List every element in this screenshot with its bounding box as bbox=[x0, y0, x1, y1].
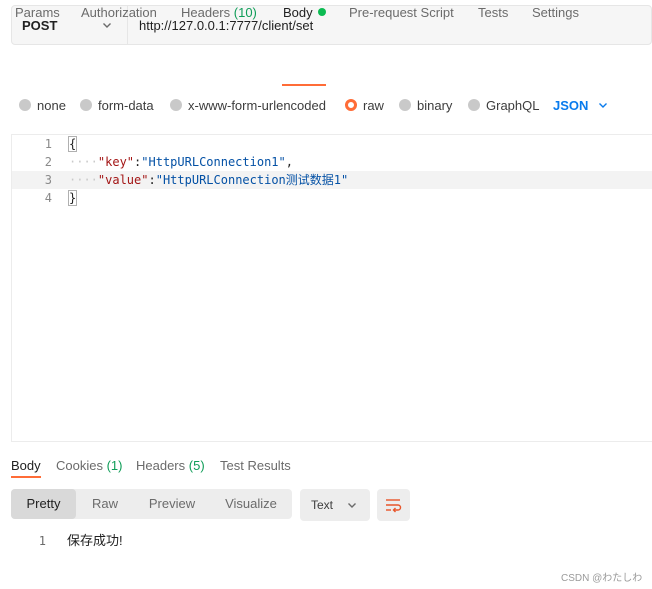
tab-label: Authorization bbox=[81, 5, 157, 20]
mode-raw[interactable]: raw bbox=[345, 94, 384, 116]
editor-line: 4 } bbox=[12, 189, 652, 207]
line-number: 4 bbox=[44, 191, 52, 205]
wrap-lines-button[interactable] bbox=[377, 489, 410, 521]
json-key: "key" bbox=[97, 155, 135, 169]
tab-label: Body bbox=[283, 5, 313, 20]
mode-binary[interactable]: binary bbox=[399, 94, 452, 116]
response-body-line: 1 保存成功! bbox=[0, 532, 652, 550]
active-response-tab-indicator bbox=[11, 476, 41, 478]
json-value: "HttpURLConnection1" bbox=[141, 155, 286, 169]
tab-count: (10) bbox=[233, 5, 257, 20]
response-tab-cookies[interactable]: Cookies (1) bbox=[56, 458, 122, 473]
body-format-select[interactable]: JSON bbox=[553, 94, 609, 116]
editor-line-current: 3 ····"value":"HttpURLConnection测试数据1" bbox=[12, 171, 652, 189]
radio-icon bbox=[399, 99, 411, 111]
response-format-label: Text bbox=[311, 498, 334, 512]
radio-icon bbox=[170, 99, 182, 111]
json-colon: : bbox=[148, 173, 156, 187]
tab-settings[interactable]: Settings bbox=[532, 0, 579, 26]
line-number: 1 bbox=[44, 137, 52, 151]
mode-form-data[interactable]: form-data bbox=[80, 94, 154, 116]
code-text: { bbox=[67, 135, 78, 153]
mode-label: none bbox=[37, 97, 66, 113]
tab-params[interactable]: Params bbox=[15, 0, 60, 26]
open-brace: { bbox=[67, 136, 78, 152]
editor-line: 2 ····"key":"HttpURLConnection1", bbox=[12, 153, 652, 171]
view-label: Preview bbox=[148, 496, 196, 511]
tab-label: Params bbox=[15, 5, 60, 20]
response-view-switcher: Pretty Raw Preview Visualize bbox=[11, 489, 292, 519]
code-text: ····"key":"HttpURLConnection1", bbox=[69, 153, 293, 171]
view-label: Raw bbox=[91, 496, 118, 511]
body-editor[interactable]: 1 { 2 ····"key":"HttpURLConnection1", 3 … bbox=[11, 134, 652, 442]
view-raw-button[interactable]: Raw bbox=[76, 489, 134, 519]
tab-headers[interactable]: Headers (10) bbox=[181, 0, 257, 26]
response-tab-headers[interactable]: Headers (5) bbox=[136, 458, 205, 473]
view-preview-button[interactable]: Preview bbox=[134, 489, 210, 519]
view-pretty-button[interactable]: Pretty bbox=[11, 489, 76, 519]
tab-label: Tests bbox=[478, 5, 509, 20]
indent-guide: ···· bbox=[69, 173, 98, 187]
mode-label: raw bbox=[363, 97, 384, 113]
tab-label: Body bbox=[11, 458, 41, 473]
editor-line: 1 { bbox=[12, 135, 652, 153]
response-text: 保存成功! bbox=[67, 533, 123, 548]
json-key: "value" bbox=[97, 173, 149, 187]
mode-label: x-www-form-urlencoded bbox=[188, 97, 326, 113]
tab-count: (1) bbox=[106, 458, 123, 473]
line-number: 3 bbox=[44, 173, 52, 187]
response-tab-body[interactable]: Body bbox=[11, 458, 41, 473]
tab-tests[interactable]: Tests bbox=[478, 0, 508, 26]
chevron-down-icon bbox=[599, 103, 608, 108]
response-tab-test-results[interactable]: Test Results bbox=[220, 458, 291, 473]
radio-icon bbox=[80, 99, 92, 111]
watermark: CSDN @わたしわ bbox=[561, 573, 643, 584]
view-label: Visualize bbox=[225, 496, 277, 511]
mode-label: binary bbox=[417, 97, 453, 113]
close-brace: } bbox=[67, 190, 78, 206]
mode-x-www-form-urlencoded[interactable]: x-www-form-urlencoded bbox=[170, 94, 326, 116]
body-format-label: JSON bbox=[553, 97, 589, 113]
tab-authorization[interactable]: Authorization bbox=[81, 0, 157, 26]
tab-label: Headers bbox=[181, 5, 231, 20]
mode-none[interactable]: none bbox=[19, 94, 66, 116]
active-tab-indicator bbox=[282, 84, 326, 86]
mode-label: GraphQL bbox=[486, 97, 540, 113]
tab-label: Pre-request Script bbox=[349, 5, 454, 20]
json-comma: , bbox=[285, 155, 293, 169]
code-text: ····"value":"HttpURLConnection测试数据1" bbox=[69, 171, 348, 189]
tab-label: Test Results bbox=[220, 458, 291, 473]
modified-dot-icon bbox=[317, 8, 326, 16]
wrap-lines-icon bbox=[386, 498, 402, 512]
radio-icon bbox=[19, 99, 31, 111]
tab-body[interactable]: Body bbox=[283, 0, 326, 26]
json-value: "HttpURLConnection测试数据1" bbox=[155, 173, 349, 187]
code-text: } bbox=[67, 189, 78, 207]
view-visualize-button[interactable]: Visualize bbox=[210, 489, 292, 519]
mode-label: form-data bbox=[98, 97, 154, 113]
line-number: 1 bbox=[38, 534, 46, 548]
tab-label: Settings bbox=[532, 5, 579, 20]
line-number: 2 bbox=[44, 155, 52, 169]
tab-label: Headers bbox=[136, 458, 186, 473]
tab-pre-request-script[interactable]: Pre-request Script bbox=[349, 0, 454, 26]
mode-graphql[interactable]: GraphQL bbox=[468, 94, 539, 116]
chevron-down-icon bbox=[348, 503, 356, 508]
response-format-select[interactable]: Text bbox=[300, 489, 370, 521]
radio-icon bbox=[468, 99, 480, 111]
view-label: Pretty bbox=[26, 496, 61, 511]
radio-selected-icon bbox=[345, 99, 357, 111]
tab-count: (5) bbox=[188, 458, 205, 473]
indent-guide: ···· bbox=[69, 155, 98, 169]
tab-label: Cookies bbox=[56, 458, 103, 473]
